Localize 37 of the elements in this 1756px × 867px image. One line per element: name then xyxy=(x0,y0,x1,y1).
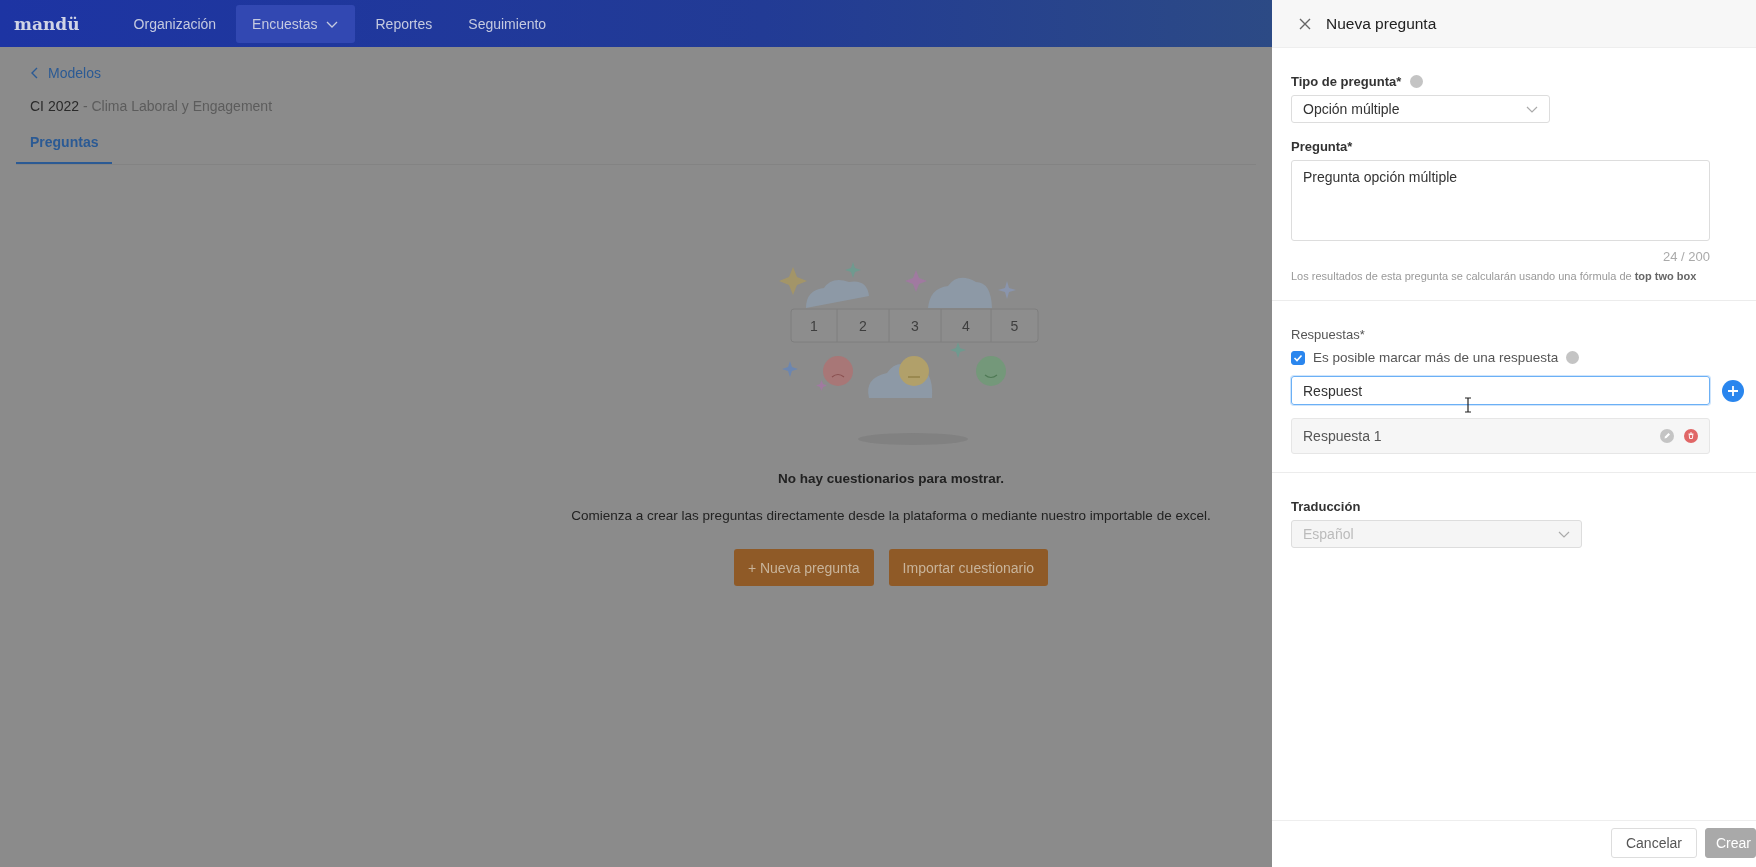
field-label: Traducción xyxy=(1291,499,1361,514)
question-textarea[interactable]: Pregunta opción múltiple xyxy=(1291,160,1710,241)
pencil-icon[interactable] xyxy=(1660,429,1674,443)
field-label: Pregunta* xyxy=(1291,139,1353,154)
empty-description: Comienza a crear las preguntas directamente desde la plataforma o mediante nuestro importable de excel. xyxy=(571,508,1211,523)
chevron-left-icon xyxy=(30,67,40,79)
question-type-select[interactable]: Opción múltiple xyxy=(1291,95,1550,123)
nav-item[interactable]: Encuestas xyxy=(236,4,356,43)
answer-text: Respuesta 1 xyxy=(1303,428,1382,444)
survey-code: CI 2022 xyxy=(30,98,80,114)
checkbox-label: Es posible marcar más de una respuesta xyxy=(1313,350,1559,365)
trash-icon[interactable] xyxy=(1684,429,1698,443)
scale-number: 2 xyxy=(859,318,867,334)
scale-number: 4 xyxy=(962,318,970,334)
scale-number: 5 xyxy=(1010,318,1019,334)
nav-item[interactable]: Reportes xyxy=(359,4,449,43)
checkbox[interactable] xyxy=(1291,350,1305,365)
scale-number: 1 xyxy=(810,318,818,334)
nav-item[interactable]: Seguimiento xyxy=(452,4,563,43)
logo: mandü xyxy=(14,13,80,34)
formula-note: Los resultados de esta pregunta se calcularán usando una fórmula de top two box xyxy=(1291,270,1698,282)
field-label: Tipo de pregunta* xyxy=(1291,74,1402,89)
field-label: Respuestas* xyxy=(1291,327,1365,342)
panel-title: Nueva pregunta xyxy=(1326,14,1437,33)
empty-heading: No hay cuestionarios para mostrar. xyxy=(778,471,1004,486)
answer-input-field[interactable]: Respuest xyxy=(1291,376,1710,405)
text-cursor-icon xyxy=(1464,397,1472,413)
footer-button[interactable]: Cancelar xyxy=(1610,828,1697,858)
close-icon[interactable] xyxy=(1298,16,1312,31)
add-button[interactable] xyxy=(1722,379,1744,402)
nav-item[interactable]: Organización xyxy=(117,4,233,43)
help-icon[interactable] xyxy=(1410,75,1424,88)
checkmark-icon xyxy=(1293,352,1303,363)
scale-number: 3 xyxy=(911,318,919,334)
character-counter: 24 / 200 xyxy=(1662,249,1710,264)
plus-icon xyxy=(1727,384,1739,397)
help-icon[interactable] xyxy=(1566,351,1580,364)
